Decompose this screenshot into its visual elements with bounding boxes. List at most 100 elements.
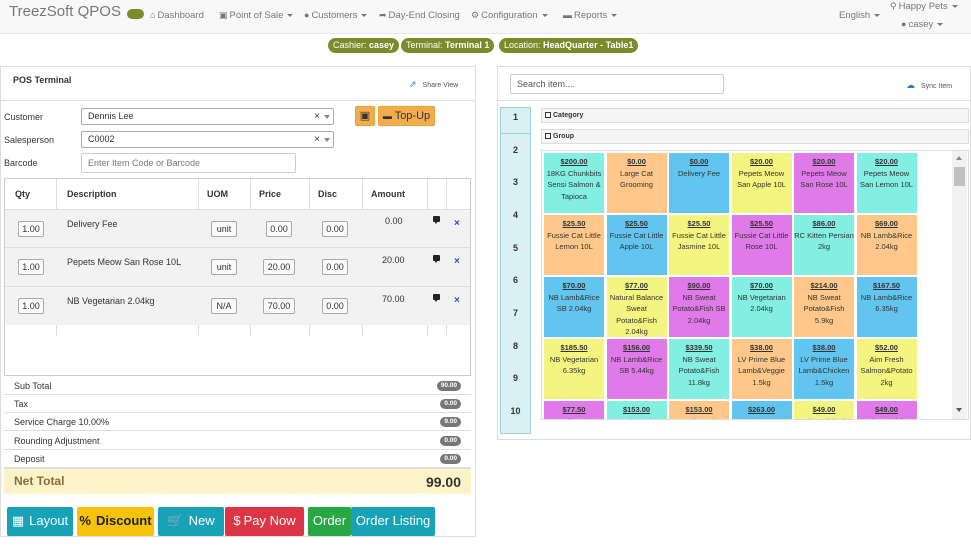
product-tile[interactable]: $70.00 NB Vegetarian 2.04kg: [731, 277, 792, 337]
product-tile[interactable]: $339.50 NB Sweat Potato&Fish 11.8kg: [669, 339, 729, 399]
scroll-up-arrow-icon[interactable]: [956, 156, 962, 160]
product-tile[interactable]: $49.00 Optima Chicken: [856, 401, 917, 419]
product-tile[interactable]: $77.00 Natural Balance Sweat Potato&Fish …: [606, 277, 667, 337]
nav-point-of-sale[interactable]: ▣ Point of Sale: [219, 10, 294, 21]
product-tile[interactable]: $25.50 Fussie Cat Little Rose 10L: [731, 215, 792, 275]
category-bar[interactable]: Category: [541, 108, 969, 123]
app-brand[interactable]: TreezSoft QPOS: [9, 3, 121, 20]
group-bar[interactable]: Group: [541, 129, 969, 144]
scrollbar[interactable]: [952, 151, 967, 419]
product-tile[interactable]: $86.00 RC Kitten Persian 2kg: [794, 215, 854, 275]
product-tile[interactable]: $20.00 Pepets Meow San Lemon 10L: [856, 153, 917, 213]
product-tile[interactable]: $167.50 NB Lamb&Rice 6.35kg: [856, 277, 917, 337]
uom-button[interactable]: unit: [211, 259, 237, 275]
barcode-input[interactable]: Enter Item Code or Barcode: [81, 153, 296, 173]
product-tile[interactable]: $70.00 NB Lamb&Rice SB 2.04kg: [544, 277, 604, 337]
uom-button[interactable]: N/A: [211, 298, 237, 314]
qty-button[interactable]: 1.00: [18, 259, 44, 275]
product-tile[interactable]: $77.50 LV Prime Blue: [544, 401, 604, 419]
nav-configuration[interactable]: ⚙ Configuration: [471, 10, 548, 21]
clear-icon[interactable]: ×: [314, 109, 320, 124]
sync-item-button[interactable]: ☁ Sync Item: [906, 80, 952, 91]
disc-button[interactable]: 0.00: [322, 298, 348, 314]
uom-button[interactable]: unit: [211, 221, 237, 237]
page-button-7[interactable]: 7: [501, 308, 530, 318]
layout-button[interactable]: ▦ Layout: [7, 507, 73, 536]
product-tile[interactable]: $214.00 NB Sweat Potato&Fish 5.9kg: [794, 277, 854, 337]
nav-dashboard[interactable]: ⌂ Dashboard: [150, 10, 204, 21]
product-tile[interactable]: $90.00 NB Sweat Potato&Fish SB 2.04kg: [669, 277, 729, 337]
search-input[interactable]: Search item....: [510, 74, 724, 94]
salesperson-select[interactable]: C0002 ×: [81, 131, 334, 148]
disc-button[interactable]: 0.00: [322, 221, 348, 237]
percent-icon: %: [79, 513, 91, 528]
delete-icon[interactable]: ×: [454, 256, 460, 267]
delete-icon[interactable]: ×: [454, 295, 460, 306]
price-button[interactable]: 70.00: [263, 298, 295, 314]
product-tile[interactable]: $263.00 LV Prime Blue: [731, 401, 792, 420]
product-tile[interactable]: $20.00 Pepets Meow San Rose 10L: [794, 153, 854, 213]
product-name: NB Lamb&Rice SB 2.04kg: [548, 292, 600, 314]
disc-button[interactable]: 0.00: [322, 259, 348, 275]
product-tile[interactable]: $153.00 LV Prime Blue: [606, 401, 667, 419]
product-price: $25.50: [562, 219, 586, 228]
scroll-down-arrow-icon[interactable]: [956, 408, 962, 412]
menu-toggle-icon[interactable]: [127, 9, 144, 19]
product-tile[interactable]: $20.00 Pepets Meow San Apple 10L: [731, 153, 792, 213]
delete-icon[interactable]: ×: [454, 218, 460, 229]
product-tile[interactable]: $25.50 Fussie Cat Little Jasmine 10L: [669, 215, 729, 275]
price-button[interactable]: 0.00: [266, 221, 292, 237]
table-row[interactable]: 1.00 Pepets Meow San Rose 10L unit 20.00…: [5, 247, 470, 286]
comment-icon[interactable]: [433, 216, 440, 224]
pay-now-button[interactable]: $ Pay Now: [225, 507, 304, 536]
product-tile[interactable]: $25.50 Fussie Cat Little Lemon 10L: [544, 215, 604, 275]
comment-icon[interactable]: [433, 294, 440, 302]
product-tile[interactable]: $49.00 Optima Fish 4kg: [794, 401, 854, 419]
share-view-button[interactable]: ⇗ Share View: [409, 79, 458, 90]
product-tile[interactable]: $156.00 NB Lamb&Rice SB 5.44kg: [606, 339, 667, 399]
nav-day-end-closing[interactable]: ➦ Day-End Closing: [379, 10, 460, 21]
product-tile[interactable]: $69.00 NB Lamb&Rice 2.04kg: [856, 215, 917, 275]
product-tile[interactable]: $0.00 Large Cat Grooming: [606, 153, 667, 213]
comment-icon[interactable]: [433, 255, 440, 263]
top-up-button[interactable]: ▬ Top-Up: [378, 106, 435, 126]
customer-select[interactable]: Dennis Lee ×: [81, 108, 334, 125]
qty-button[interactable]: 1.00: [18, 298, 44, 314]
sub-total-row: Sub Total 90.00: [4, 377, 471, 395]
page-button-9[interactable]: 9: [501, 373, 530, 383]
table-row[interactable]: 1.00 Delivery Fee unit 0.00 0.00 0.00 ×: [5, 209, 470, 248]
discount-button[interactable]: % Discount: [77, 507, 154, 536]
clear-icon[interactable]: ×: [314, 132, 320, 147]
user-dropdown[interactable]: ● casey: [901, 19, 944, 30]
page-button-1[interactable]: 1: [501, 112, 530, 122]
product-tile[interactable]: $25.50 Fussie Cat Little Apple 10L: [606, 215, 667, 275]
product-tile[interactable]: $0.00 Delivery Fee: [669, 153, 729, 213]
table-row[interactable]: 1.00 NB Vegetarian 2.04kg N/A 70.00 0.00…: [5, 286, 470, 325]
nav-reports[interactable]: ▬ Reports: [563, 10, 618, 21]
page-button-8[interactable]: 8: [501, 341, 530, 351]
qty-button[interactable]: 1.00: [18, 221, 44, 237]
order-listing-button[interactable]: Order Listing: [351, 507, 435, 536]
page-button-5[interactable]: 5: [501, 243, 530, 253]
product-tile[interactable]: $38.00 LV Prime Blue Lamb&Chicken 1.5kg: [794, 339, 854, 399]
page-button-6[interactable]: 6: [501, 275, 530, 285]
product-tile[interactable]: $38.00 LV Prime Blue Lamb&Veggie 1.5kg: [731, 339, 792, 399]
product-tile[interactable]: $52.00 Aim Fresh Salmon&Potato 2kg: [856, 339, 917, 399]
product-name: LV Prime Blue: [738, 417, 785, 420]
product-tile[interactable]: $200.00 18KG Chunkbits Sensi Salmon & Tap…: [544, 153, 604, 213]
product-tile[interactable]: $153.00 LV Prime Blue: [669, 401, 729, 419]
new-order-button[interactable]: 🛒 New: [158, 507, 224, 536]
language-dropdown[interactable]: English: [839, 10, 881, 21]
product-price: $49.00: [875, 405, 898, 414]
page-button-3[interactable]: 3: [501, 177, 530, 187]
customer-card-button[interactable]: ▣: [355, 106, 375, 126]
page-button-2[interactable]: 2: [501, 145, 530, 155]
order-button[interactable]: Order: [308, 507, 351, 536]
nav-customers[interactable]: ● Customers: [304, 10, 368, 21]
page-button-10[interactable]: 10: [501, 406, 530, 416]
price-button[interactable]: 20.00: [263, 259, 295, 275]
page-button-4[interactable]: 4: [501, 210, 530, 220]
scrollbar-thumb[interactable]: [954, 167, 965, 186]
store-dropdown[interactable]: ⚲ Happy Pets: [890, 1, 958, 12]
product-tile[interactable]: $185.50 NB Vegetarian 6.35kg: [544, 339, 604, 399]
